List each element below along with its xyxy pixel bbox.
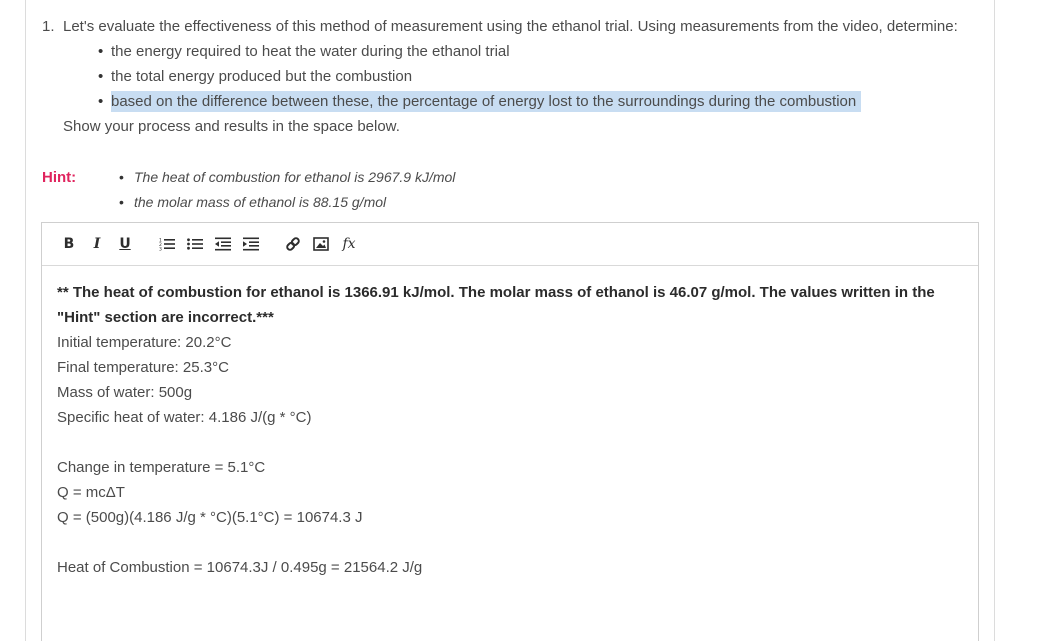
question-instruction: Show your process and results in the spa… (63, 118, 400, 135)
question-bullet: the energy required to heat the water du… (96, 39, 982, 64)
svg-text:3: 3 (159, 247, 162, 252)
measurements-block: Initial temperature: 20.2°C Final temper… (57, 330, 963, 430)
formula-button[interactable]: fx (335, 232, 363, 256)
question-intro: Let's evaluate the effectiveness of this… (63, 18, 958, 35)
indent-button[interactable] (237, 232, 265, 256)
measurement-line: Final temperature: 25.3°C (57, 359, 229, 376)
numbered-list-icon: 1 2 3 (159, 238, 175, 252)
question-bullet: based on the difference between these, t… (96, 89, 982, 114)
question-card: 1. Let's evaluate the effectiveness of t… (25, 0, 995, 641)
question-header: 1. Let's evaluate the effectiveness of t… (42, 14, 982, 39)
measurement-line: Specific heat of water: 4.186 J/(g * °C) (57, 409, 312, 426)
calculations-block: Change in temperature = 5.1°C Q = mcΔT Q… (57, 455, 963, 530)
bullet-list-button[interactable] (181, 232, 209, 256)
editor-content[interactable]: ** The heat of combustion for ethanol is… (42, 266, 978, 580)
hint-label: Hint: (42, 169, 77, 186)
page: 1. Let's evaluate the effectiveness of t… (0, 0, 1064, 641)
outdent-icon (215, 237, 231, 251)
indent-icon (243, 237, 259, 251)
numbered-list-button[interactable]: 1 2 3 (153, 232, 181, 256)
editor-toolbar: B I U 1 2 3 fx (42, 223, 978, 266)
italic-button[interactable]: I (83, 232, 111, 256)
calculation-line: Q = (500g)(4.186 J/g * °C)(5.1°C) = 1067… (57, 509, 363, 526)
image-icon (313, 237, 329, 251)
rich-text-editor[interactable]: B I U 1 2 3 fx ** The heat of combustion… (41, 222, 979, 641)
hint-list: The heat of combustion for ethanol is 29… (103, 165, 455, 215)
question-bullet: the total energy produced but the combus… (96, 64, 982, 89)
link-button[interactable] (279, 232, 307, 256)
calculation-line: Q = mcΔT (57, 484, 125, 501)
answer-note: ** The heat of combustion for ethanol is… (57, 284, 935, 326)
question-bullet-text: the energy required to heat the water du… (111, 43, 510, 60)
calculation-line: Change in temperature = 5.1°C (57, 459, 266, 476)
image-button[interactable] (307, 232, 335, 256)
link-icon (286, 237, 300, 251)
question-bullet-list: the energy required to heat the water du… (42, 39, 982, 114)
selected-text[interactable]: based on the difference between these, t… (111, 91, 862, 112)
outdent-button[interactable] (209, 232, 237, 256)
question-block: 1. Let's evaluate the effectiveness of t… (42, 14, 982, 139)
bold-button[interactable]: B (55, 232, 83, 256)
bullet-list-icon (187, 238, 203, 250)
question-number: 1. (42, 18, 55, 35)
hint-item: the molar mass of ethanol is 88.15 g/mol (119, 190, 455, 215)
underline-button[interactable]: U (111, 232, 139, 256)
combustion-line: Heat of Combustion = 10674.3J / 0.495g =… (57, 559, 423, 576)
measurement-line: Initial temperature: 20.2°C (57, 334, 232, 351)
measurement-line: Mass of water: 500g (57, 384, 193, 401)
hint-item: The heat of combustion for ethanol is 29… (119, 165, 455, 190)
hint-block: Hint: The heat of combustion for ethanol… (42, 165, 942, 215)
question-bullet-text: the total energy produced but the combus… (111, 68, 413, 85)
